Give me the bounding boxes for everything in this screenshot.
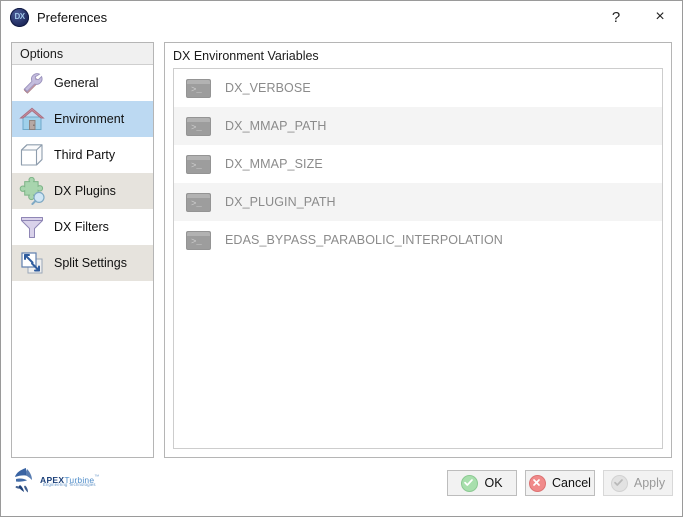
title-bar: DX Preferences ? × [1, 1, 682, 33]
options-sidebar: Options General Environment Third Party … [11, 42, 154, 458]
puzzle-icon [16, 175, 48, 207]
sidebar-item-label: General [54, 76, 99, 90]
sidebar-item-label: Environment [54, 112, 125, 126]
sidebar-item-third-party[interactable]: Third Party [12, 137, 153, 173]
sidebar-item-general[interactable]: General [12, 65, 153, 101]
terminal-icon: >_ [186, 78, 211, 98]
terminal-icon: >_ [186, 192, 211, 212]
environment-panel: DX Environment Variables >_ DX_VERBOSE >… [164, 42, 672, 458]
help-icon[interactable]: ? [594, 1, 638, 33]
variable-name: DX_MMAP_SIZE [225, 157, 323, 171]
tools-icon [16, 67, 48, 99]
dialog-body: Options General Environment Third Party … [1, 33, 682, 516]
turbine-blades-icon [15, 468, 32, 493]
window-controls: ? × [594, 1, 682, 33]
environment-variables-list[interactable]: >_ DX_VERBOSE >_ DX_MMAP_PATH >_ DX_MMAP… [173, 68, 663, 449]
cancel-button[interactable]: Cancel [525, 470, 595, 496]
check-circle-icon [461, 474, 479, 492]
x-circle-icon [529, 474, 547, 492]
sidebar-item-dx-filters[interactable]: DX Filters [12, 209, 153, 245]
preferences-window: DX Preferences ? × Options General Envir… [0, 0, 683, 517]
sidebar-item-dx-plugins[interactable]: DX Plugins [12, 173, 153, 209]
apply-button: Apply [603, 470, 673, 496]
logo-tagline: Engineering Technologies [43, 482, 96, 487]
dialog-footer: APEXTurbine™ Engineering Technologies OK [1, 460, 682, 516]
dialog-buttons: OK Cancel Apply [447, 470, 673, 496]
ok-button[interactable]: OK [447, 470, 517, 496]
sidebar-item-label: Third Party [54, 148, 116, 162]
funnel-icon [16, 211, 48, 243]
variable-name: DX_VERBOSE [225, 81, 311, 95]
apply-button-label: Apply [633, 476, 666, 490]
close-icon[interactable]: × [638, 1, 682, 33]
app-icon: DX [10, 7, 29, 27]
sidebar-header: Options [12, 43, 153, 65]
apex-turbine-logo: APEXTurbine™ Engineering Technologies [13, 466, 99, 496]
terminal-icon: >_ [186, 154, 211, 174]
sidebar-item-label: DX Filters [54, 220, 109, 234]
options-list: General Environment Third Party DX Plugi… [12, 65, 153, 281]
logo-trademark: ™ [94, 473, 100, 480]
list-item[interactable]: >_ EDAS_BYPASS_PARABOLIC_INTERPOLATION [174, 221, 662, 259]
terminal-icon: >_ [186, 230, 211, 250]
app-icon-label: DX [14, 12, 25, 21]
variable-name: DX_MMAP_PATH [225, 119, 327, 133]
sidebar-item-environment[interactable]: Environment [12, 101, 153, 137]
list-item[interactable]: >_ DX_MMAP_SIZE [174, 145, 662, 183]
sidebar-item-label: DX Plugins [54, 184, 116, 198]
panel-title: DX Environment Variables [173, 49, 319, 63]
cube-icon [16, 139, 48, 171]
house-icon [16, 103, 48, 135]
sidebar-item-label: Split Settings [54, 256, 127, 270]
sidebar-item-split-settings[interactable]: Split Settings [12, 245, 153, 281]
check-circle-icon [610, 474, 628, 492]
list-item[interactable]: >_ DX_MMAP_PATH [174, 107, 662, 145]
cancel-button-label: Cancel [552, 476, 591, 490]
list-item[interactable]: >_ DX_VERBOSE [174, 69, 662, 107]
variable-name: EDAS_BYPASS_PARABOLIC_INTERPOLATION [225, 233, 503, 247]
terminal-icon: >_ [186, 116, 211, 136]
ok-button-label: OK [484, 476, 503, 490]
variable-name: DX_PLUGIN_PATH [225, 195, 336, 209]
list-item[interactable]: >_ DX_PLUGIN_PATH [174, 183, 662, 221]
split-icon [16, 247, 48, 279]
window-title: Preferences [37, 9, 108, 25]
